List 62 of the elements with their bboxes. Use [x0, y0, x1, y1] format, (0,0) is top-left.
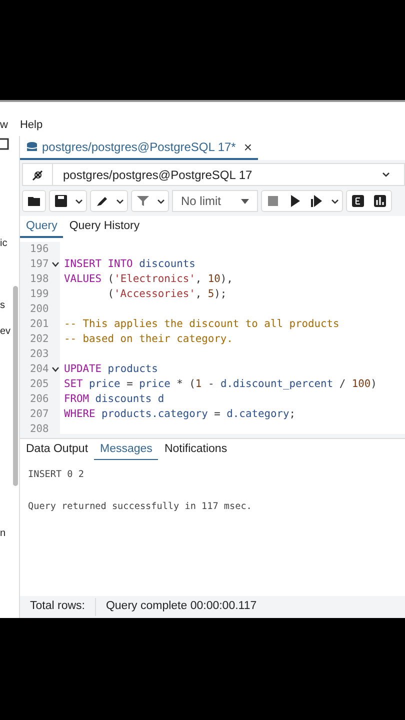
explain-icon: [352, 195, 364, 207]
message-text: Query returned successfully in 117 msec.: [28, 500, 253, 514]
dropdown-icon: [75, 198, 83, 204]
line-number: 198: [30, 272, 49, 287]
dropdown-icon: [331, 198, 339, 204]
line-number: 207: [30, 406, 49, 422]
dropdown-icon: [116, 198, 124, 204]
plug-icon: [30, 168, 44, 182]
line-number: 203: [30, 346, 49, 362]
fold-caret-icon[interactable]: [52, 367, 59, 372]
connection-value: postgres/postgres@PostgreSQL 17: [62, 166, 254, 184]
save-icon: [55, 195, 67, 207]
execute-icon: [289, 195, 301, 207]
code-line: SET price = price * (1 - d.discount_percent / 100): [64, 376, 377, 392]
code-line: FROM discounts d: [64, 392, 164, 407]
tree-item-label[interactable]: n: [0, 528, 19, 540]
panel-icon[interactable]: [0, 138, 10, 150]
line-number: 202: [30, 332, 49, 347]
tab-title: postgres/postgres@PostgreSQL 17*: [42, 139, 236, 156]
stop-icon: [267, 195, 279, 207]
menu-item[interactable]: w: [0, 116, 8, 133]
edit-icon: [96, 195, 108, 207]
scrollbar[interactable]: [13, 286, 18, 486]
tree-item-label[interactable]: ic: [0, 238, 19, 250]
line-number: 204: [30, 362, 49, 377]
caret-icon: [241, 198, 249, 204]
tree-item-label[interactable]: ev: [0, 326, 19, 338]
code-line: UPDATE products: [64, 362, 158, 377]
line-number: 208: [30, 422, 49, 434]
code-line: WHERE products.category = d.category;: [64, 406, 296, 422]
close-button[interactable]: ×: [244, 136, 252, 158]
total-rows-label: Total rows:: [29, 599, 86, 614]
limit-select[interactable]: No limit: [172, 190, 258, 212]
line-number: 197: [30, 256, 49, 272]
output-tab[interactable]: Notifications: [158, 439, 234, 461]
execute-script-icon: [311, 195, 323, 207]
caret-icon: [382, 172, 390, 177]
query-tab[interactable]: Query History: [63, 216, 146, 238]
limit-value: No limit: [181, 193, 222, 210]
open-file-icon: [28, 195, 40, 207]
filter-icon: [137, 195, 149, 207]
line-number: 201: [30, 316, 49, 332]
line-number: 205: [30, 376, 49, 392]
line-number: 200: [30, 302, 49, 317]
database-icon: [26, 141, 38, 153]
line-number: 206: [30, 392, 49, 407]
code-line: INSERT INTO discounts: [64, 256, 196, 272]
line-number: 196: [30, 242, 49, 257]
dropdown-icon: [157, 198, 165, 204]
code-line: ('Accessories', 5);: [106, 286, 227, 302]
output-tab[interactable]: Data Output: [20, 439, 94, 461]
tree-item-label[interactable]: s: [0, 300, 19, 312]
code-line: VALUES ('Electronics', 10),: [64, 272, 233, 287]
status-text: Query complete 00:00:00.117: [94, 598, 267, 616]
line-number: 199: [30, 286, 49, 302]
connection-select[interactable]: postgres/postgres@PostgreSQL 17: [22, 163, 405, 186]
fold-caret-icon[interactable]: [52, 262, 59, 267]
code-line: -- This applies the discount to all products: [64, 316, 340, 332]
message-text: INSERT 0 2: [28, 468, 85, 482]
code-line: -- based on their category.: [64, 332, 233, 347]
menu-item[interactable]: Help: [20, 116, 43, 133]
chart-icon: [374, 195, 386, 207]
